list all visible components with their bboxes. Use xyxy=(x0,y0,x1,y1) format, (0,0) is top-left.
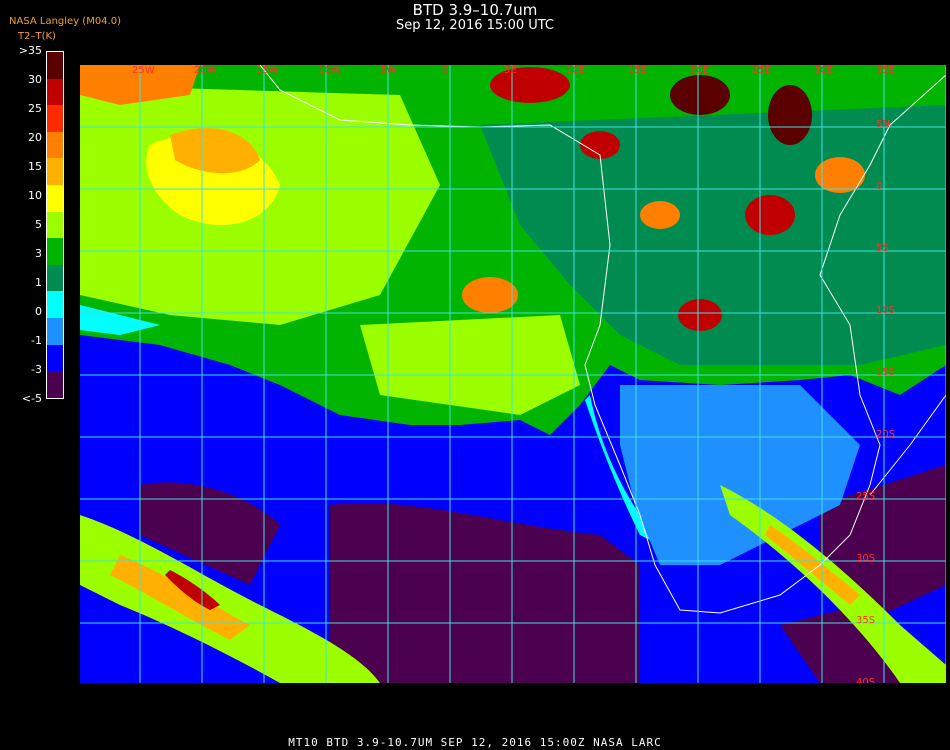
longitude-label: 15W xyxy=(256,65,279,76)
colorbar xyxy=(46,51,64,399)
colorbar-swatch xyxy=(47,318,63,345)
longitude-label: 5W xyxy=(380,65,396,76)
colorbar-tick-label: 30 xyxy=(28,73,42,86)
hot-spot xyxy=(640,201,680,229)
colorbar-tick-label: 10 xyxy=(28,189,42,202)
hot-spot xyxy=(462,277,518,313)
latitude-label: 5N xyxy=(876,119,890,130)
chart-subtitle: Sep 12, 2016 15:00 UTC xyxy=(395,18,555,33)
hot-spot xyxy=(768,85,812,145)
longitude-label: 0 xyxy=(442,65,448,76)
colorbar-swatch xyxy=(47,371,63,398)
colorbar-tick-label: -1 xyxy=(31,334,42,347)
colorbar-tick-label: 25 xyxy=(28,102,42,115)
longitude-label: 15E xyxy=(628,65,647,76)
latitude-label: 35S xyxy=(856,615,875,626)
org-label: NASA Langley (M04.0) xyxy=(9,16,121,27)
colorbar-swatch xyxy=(47,264,63,292)
colorbar-swatch xyxy=(47,238,63,265)
longitude-label: 10W xyxy=(318,65,341,76)
colorbar-tick-label: -3 xyxy=(31,363,42,376)
latitude-label: 10S xyxy=(876,305,895,316)
colorbar-swatch xyxy=(47,158,63,186)
colorbar-tick-label: 20 xyxy=(28,131,42,144)
colorbar-tick-label: 3 xyxy=(35,247,42,260)
satellite-image: 5N 0 5S 10S 15S 20S 25S 30S 35S 40S 25W 20W 15W 10W 5… xyxy=(80,65,946,683)
colorbar-tick-label: <-5 xyxy=(21,392,42,405)
colorbar-tick-label: 5 xyxy=(35,218,42,231)
hot-spot xyxy=(490,67,570,103)
footer-caption: MT10 BTD 3.9-10.7UM SEP 12, 2016 15:00Z … xyxy=(288,736,662,749)
latitude-label: 0 xyxy=(876,181,882,192)
colorbar-tick-label: 1 xyxy=(35,276,42,289)
latitude-label: 15S xyxy=(876,367,895,378)
longitude-label: 10E xyxy=(566,65,585,76)
colorbar-tick-label: 0 xyxy=(35,305,42,318)
longitude-label: 5E xyxy=(504,65,517,76)
longitude-label: 35E xyxy=(876,65,895,76)
hot-spot xyxy=(745,195,795,235)
latitude-label: 40S xyxy=(856,677,875,683)
colorbar-swatch xyxy=(47,291,63,319)
longitude-label: 25W xyxy=(132,65,155,76)
colorbar-swatch xyxy=(47,344,63,372)
colorbar-swatch xyxy=(47,185,63,212)
colorbar-swatch xyxy=(47,52,63,79)
longitude-label: 30E xyxy=(814,65,833,76)
longitude-label: 20E xyxy=(690,65,709,76)
colorbar-swatch xyxy=(47,78,63,106)
colorbar-tick-label: 15 xyxy=(28,160,42,173)
colorbar-swatch xyxy=(47,211,63,239)
legend-title: T2–T(K) xyxy=(18,31,56,42)
colorbar-swatch xyxy=(47,131,63,159)
map-panel: 5N 0 5S 10S 15S 20S 25S 30S 35S 40S 25W 20W 15W 10W 5… xyxy=(80,65,946,683)
latitude-label: 25S xyxy=(856,491,875,502)
colorbar-swatch xyxy=(47,105,63,132)
colorbar-tick-label: >35 xyxy=(18,44,42,57)
chart-title: BTD 3.9–10.7um xyxy=(412,1,538,19)
latitude-label: 20S xyxy=(876,429,895,440)
latitude-label: 5S xyxy=(876,243,889,254)
hot-spot xyxy=(678,299,722,331)
hot-spot xyxy=(670,75,730,115)
latitude-label: 30S xyxy=(856,553,875,564)
longitude-label: 25E xyxy=(752,65,771,76)
longitude-label: 20W xyxy=(194,65,217,76)
